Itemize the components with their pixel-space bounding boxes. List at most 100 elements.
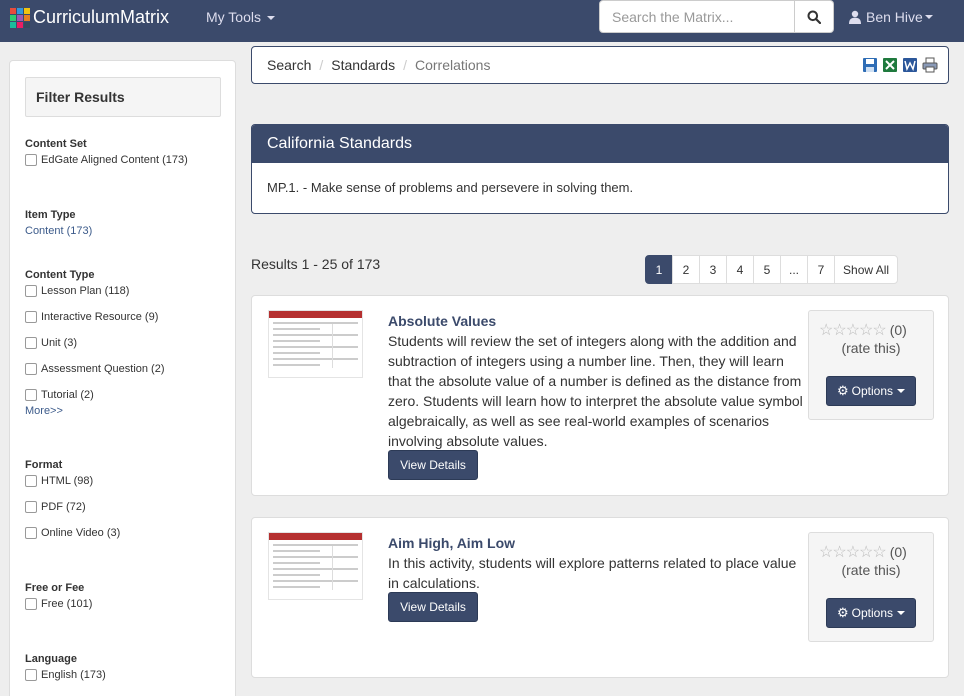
rating-box: ☆ ☆ ☆ ☆ ☆ (0) (rate this) ⚙ Options (808, 532, 934, 642)
my-tools-menu[interactable]: My Tools (206, 9, 275, 25)
gear-icon: ⚙ (836, 383, 849, 398)
page-7[interactable]: 7 (807, 255, 836, 284)
filter-option[interactable]: Free (101) (25, 598, 92, 624)
result-description: Students will review the set of integers… (388, 333, 803, 449)
breadcrumb: Search / Standards / Correlations (251, 46, 949, 84)
checkbox[interactable] (25, 501, 37, 513)
filter-group-content-type: Content Type Lesson Plan (118) Interacti… (25, 269, 165, 417)
page-5[interactable]: 5 (753, 255, 781, 284)
search-input[interactable] (599, 0, 795, 33)
export-toolbar (862, 57, 938, 73)
options-label: Options (851, 606, 893, 620)
star-icon[interactable]: ☆ (846, 542, 860, 562)
result-thumbnail[interactable] (268, 310, 363, 378)
star-icon[interactable]: ☆ (872, 320, 886, 340)
excel-icon[interactable] (882, 57, 898, 73)
page-3[interactable]: 3 (699, 255, 727, 284)
page-ellipsis: ... (780, 255, 809, 284)
filter-option[interactable]: Tutorial (2) (25, 389, 165, 405)
rate-this-link[interactable]: (rate this) (809, 562, 933, 578)
filter-option[interactable]: EdGate Aligned Content (173) (25, 154, 188, 180)
options-button[interactable]: ⚙ Options (826, 376, 916, 406)
chevron-down-icon (924, 15, 933, 19)
filter-option-label: Assessment Question (2) (41, 363, 165, 375)
save-icon[interactable] (862, 57, 878, 73)
breadcrumb-search[interactable]: Search (267, 57, 311, 73)
star-icon[interactable]: ☆ (846, 320, 860, 340)
gear-icon: ⚙ (836, 605, 849, 620)
filter-group-label: Language (25, 653, 77, 665)
results-summary: Results 1 - 25 of 173 (251, 256, 381, 272)
options-button[interactable]: ⚙ Options (826, 598, 916, 628)
star-icon[interactable]: ☆ (872, 542, 886, 562)
user-name: Ben Hive (866, 9, 923, 25)
breadcrumb-separator: / (403, 57, 407, 73)
filter-group-label: Content Set (25, 138, 87, 150)
checkbox[interactable] (25, 389, 37, 401)
filter-option[interactable]: HTML (98) (25, 475, 120, 501)
rating-count: (0) (889, 544, 907, 560)
page-2[interactable]: 2 (672, 255, 700, 284)
brand-logo[interactable]: CurriculumMatrix (10, 7, 169, 28)
checkbox[interactable] (25, 475, 37, 487)
star-icon[interactable]: ☆ (819, 320, 833, 340)
filter-results-header: Filter Results (25, 77, 221, 117)
result-thumbnail[interactable] (268, 532, 363, 600)
checkbox[interactable] (25, 311, 37, 323)
checkbox[interactable] (25, 669, 37, 681)
checkbox[interactable] (25, 154, 37, 166)
checkbox[interactable] (25, 598, 37, 610)
filter-option-label: EdGate Aligned Content (173) (41, 154, 188, 166)
checkbox[interactable] (25, 363, 37, 375)
user-icon (849, 10, 861, 24)
filter-option[interactable]: PDF (72) (25, 501, 120, 527)
star-icon[interactable]: ☆ (832, 320, 846, 340)
checkbox[interactable] (25, 337, 37, 349)
breadcrumb-standards[interactable]: Standards (331, 57, 395, 73)
options-label: Options (851, 384, 893, 398)
chevron-down-icon (266, 16, 275, 21)
filter-option-label: English (173) (41, 669, 106, 681)
my-tools-label: My Tools (206, 9, 261, 25)
result-title[interactable]: Absolute Values (388, 313, 496, 329)
star-rating[interactable]: ☆ ☆ ☆ ☆ ☆ (0) (819, 320, 907, 340)
view-details-button[interactable]: View Details (388, 450, 478, 480)
chevron-down-icon (897, 389, 905, 393)
show-all-button[interactable]: Show All (834, 255, 899, 284)
item-type-content-link[interactable]: Content (173) (25, 225, 92, 237)
filter-option[interactable]: Online Video (3) (25, 527, 120, 553)
rate-this-link[interactable]: (rate this) (809, 340, 933, 356)
user-menu[interactable]: Ben Hive (848, 9, 933, 25)
filter-option[interactable]: Interactive Resource (9) (25, 311, 165, 337)
page-1[interactable]: 1 (645, 255, 673, 284)
filter-option[interactable]: English (173) (25, 669, 106, 695)
search-button[interactable] (795, 0, 834, 33)
star-icon[interactable]: ☆ (859, 320, 873, 340)
filter-option-label: Interactive Resource (9) (41, 311, 159, 323)
filter-option[interactable]: Lesson Plan (118) (25, 285, 165, 311)
filter-group-format: Format HTML (98) PDF (72) Online Video (… (25, 459, 120, 553)
filter-group-free-or-fee: Free or Fee Free (101) (25, 582, 92, 624)
filter-group-item-type: Item Type Content (173) (25, 209, 92, 237)
word-icon[interactable] (902, 57, 918, 73)
filter-group-content-set: Content Set EdGate Aligned Content (173) (25, 138, 188, 180)
checkbox[interactable] (25, 285, 37, 297)
filter-option-label: PDF (72) (41, 501, 86, 513)
checkbox[interactable] (25, 527, 37, 539)
brand-name: CurriculumMatrix (33, 7, 170, 27)
star-icon[interactable]: ☆ (832, 542, 846, 562)
standard-panel-title: California Standards (252, 125, 948, 163)
more-content-types-link[interactable]: More>> (25, 405, 165, 417)
filter-option[interactable]: Unit (3) (25, 337, 165, 363)
star-icon[interactable]: ☆ (819, 542, 833, 562)
print-icon[interactable] (922, 57, 938, 73)
result-title[interactable]: Aim High, Aim Low (388, 535, 515, 551)
page-4[interactable]: 4 (726, 255, 754, 284)
standard-panel: California Standards MP.1. - Make sense … (251, 124, 949, 214)
search-bar (599, 0, 834, 33)
view-details-button[interactable]: View Details (388, 592, 478, 622)
breadcrumb-correlations: Correlations (414, 57, 491, 73)
filter-option[interactable]: Assessment Question (2) (25, 363, 165, 389)
star-icon[interactable]: ☆ (859, 542, 873, 562)
star-rating[interactable]: ☆ ☆ ☆ ☆ ☆ (0) (819, 542, 907, 562)
